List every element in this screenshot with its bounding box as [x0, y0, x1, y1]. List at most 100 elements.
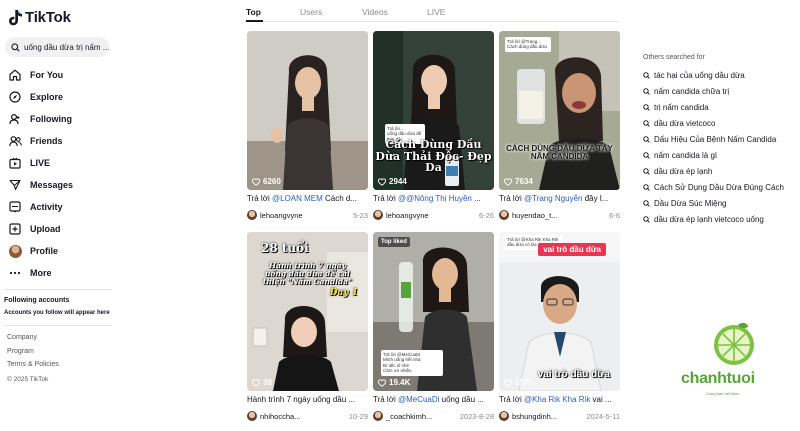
video-meta: lehoangvyne 6-26	[373, 209, 494, 221]
tab-users[interactable]: Users	[300, 7, 322, 17]
activity-icon	[8, 200, 22, 214]
view-count-value: 39	[263, 378, 272, 387]
suggested-search-label: dầu dừa vietcoco	[654, 118, 716, 128]
nav-profile[interactable]: Profile	[8, 240, 118, 262]
nav-label: LIVE	[30, 158, 51, 168]
suggested-search-item[interactable]: nấm candida là gì	[643, 147, 800, 163]
video-card[interactable]: Trả lời @Trang... Cách dùng dầu dừa CÁCH …	[499, 31, 620, 221]
video-caption[interactable]: Trả lời @@Nông Thị Huyền ...	[373, 194, 494, 205]
nav-label: Friends	[30, 136, 63, 146]
video-overlay-title: CÁCH DÙNG DẦU DỪA TẨY NẤM CANDIDA	[506, 144, 613, 162]
video-thumbnail[interactable]: 28 tuổi Hành trình 7 ngày uống dầu dừa đ…	[247, 232, 368, 391]
view-count: 2944	[378, 177, 407, 186]
nav-more[interactable]: More	[8, 262, 118, 284]
video-meta: _coachkimh... 2023-8-28	[373, 410, 494, 422]
tab-videos[interactable]: Videos	[362, 7, 388, 17]
video-caption[interactable]: Trả lời @Kha Rik Kha Rik vai ...	[499, 395, 620, 406]
nav-messages[interactable]: Messages	[8, 174, 118, 196]
avatar[interactable]	[373, 210, 383, 220]
caption-mention[interactable]: @LOAN MEM	[272, 194, 323, 203]
video-meta: nhihoccha... 10-29	[247, 410, 368, 422]
suggested-search-item[interactable]: nấm candida chữa trị	[643, 83, 800, 99]
others-searched-panel: Others searched for tác hại của uống dầu…	[643, 54, 800, 227]
footer-link-terms[interactable]: Terms & Policies	[7, 361, 59, 375]
caption-prefix: Trả lời	[373, 194, 398, 203]
tiktok-logo[interactable]: TikTok	[9, 9, 71, 26]
nav-live[interactable]: LIVE	[8, 152, 118, 174]
nav-for-you[interactable]: For You	[8, 64, 118, 86]
tab-top[interactable]: Top	[246, 7, 261, 17]
suggested-search-item[interactable]: dầu dừa vietcoco	[643, 115, 800, 131]
username[interactable]: nhihoccha...	[260, 412, 346, 421]
video-card[interactable]: Top liked Trả lời @MeCuaDi Mình uống hết …	[373, 232, 494, 422]
username[interactable]: lehoangvyne	[260, 211, 350, 220]
post-date: 2024-5-11	[586, 411, 620, 421]
video-thumbnail[interactable]: Top liked Trả lời @MeCuaDi Mình uống hết …	[373, 232, 494, 391]
avatar[interactable]	[373, 411, 383, 421]
person-illustration	[499, 31, 620, 190]
search-query: uống dầu dừa trị nấm ...	[24, 42, 109, 52]
friends-icon	[8, 134, 22, 148]
video-card[interactable]: Trả lời... uống dầu dừa để thải độc Cách …	[373, 31, 494, 221]
avatar[interactable]	[247, 411, 257, 421]
search-input[interactable]: uống dầu dừa trị nấm ...	[5, 37, 109, 57]
nav-label: Following	[30, 114, 72, 124]
avatar[interactable]	[499, 210, 509, 220]
video-tag: vai trò dầu dừa	[538, 243, 606, 256]
video-meta: huyendao_t... 6-6	[499, 209, 620, 221]
lime-logo-icon	[714, 323, 754, 365]
live-icon	[8, 156, 22, 170]
caption-mention[interactable]: @Kha Rik Kha Rik	[524, 395, 590, 404]
video-thumbnail[interactable]: 6260	[247, 31, 368, 190]
watermark-slogan: Cùng bạn tiết kiệm	[706, 391, 740, 396]
caption-mention[interactable]: @@Nông Thị Huyền	[398, 194, 472, 203]
caption-mention[interactable]: @Trang Nguyễn	[524, 194, 583, 203]
video-meta: lehoangvyne 5-23	[247, 209, 368, 221]
caption-mention[interactable]: @MeCuaDi	[398, 395, 439, 404]
suggested-search-item[interactable]: dầu dừa ép lạnh vietcoco uống	[643, 211, 800, 227]
suggested-search-item[interactable]: Dấu Hiệu Của Bệnh Nấm Candida	[643, 131, 800, 147]
messages-icon	[8, 178, 22, 192]
footer-link-company[interactable]: Company	[7, 334, 59, 348]
nav-following[interactable]: Following	[8, 108, 118, 130]
view-count-value: 19.4K	[389, 378, 411, 387]
video-card[interactable]: 6260 Trả lời @LOAN MEM Cách d... lehoang…	[247, 31, 368, 221]
suggested-search-label: Dầu Dừa Súc Miệng	[654, 198, 727, 208]
video-thumbnail[interactable]: Trả lời @Trang... Cách dùng dầu dừa CÁCH …	[499, 31, 620, 190]
play-outline-icon	[378, 177, 386, 186]
footer-link-program[interactable]: Program	[7, 348, 59, 362]
video-thumbnail[interactable]: Trả lời @Kha Rik Kha Rik dầu dừa có tác d…	[499, 232, 620, 391]
nav-activity[interactable]: Activity	[8, 196, 118, 218]
tab-live[interactable]: LIVE	[427, 7, 445, 17]
suggested-search-item[interactable]: dầu dừa ép lạnh	[643, 163, 800, 179]
suggested-search-item[interactable]: Cách Sử Dụng Dầu Dừa Đúng Cách	[643, 179, 800, 195]
username[interactable]: lehoangvyne	[386, 211, 476, 220]
suggested-search-item[interactable]: Dầu Dừa Súc Miệng	[643, 195, 800, 211]
following-icon	[8, 112, 22, 126]
video-card[interactable]: Trả lời @Kha Rik Kha Rik dầu dừa có tác d…	[499, 232, 620, 422]
video-caption[interactable]: Trả lời @Trang Nguyễn đây l...	[499, 194, 620, 205]
video-caption[interactable]: Hành trình 7 ngày uống dầu ...	[247, 395, 368, 406]
upload-icon	[8, 222, 22, 236]
nav-explore[interactable]: Explore	[8, 86, 118, 108]
suggested-search-item[interactable]: tác hại của uống dầu dừa	[643, 67, 800, 83]
main-nav: For You Explore Following Friends LIVE M…	[8, 64, 118, 284]
video-thumbnail[interactable]: Trả lời... uống dầu dừa để thải độc Cách …	[373, 31, 494, 190]
avatar[interactable]	[499, 411, 509, 421]
avatar[interactable]	[247, 210, 257, 220]
video-card[interactable]: 28 tuổi Hành trình 7 ngày uống dầu dừa đ…	[247, 232, 368, 422]
nav-friends[interactable]: Friends	[8, 130, 118, 152]
suggested-search-label: dầu dừa ép lạnh	[654, 166, 713, 176]
post-date: 2023-8-28	[459, 411, 494, 421]
username[interactable]: bshungdinh...	[512, 412, 583, 421]
caption-text: ...	[471, 194, 481, 203]
video-caption[interactable]: Trả lời @MeCuaDi uống dầu ...	[373, 395, 494, 406]
search-icon	[643, 87, 650, 95]
nav-label: Explore	[30, 92, 64, 102]
video-caption[interactable]: Trả lời @LOAN MEM Cách d...	[247, 194, 368, 205]
suggested-search-item[interactable]: trị nấm candida	[643, 99, 800, 115]
footer: Company Program Terms & Policies © 2025 …	[7, 334, 59, 383]
username[interactable]: _coachkimh...	[386, 412, 457, 421]
nav-upload[interactable]: Upload	[8, 218, 118, 240]
username[interactable]: huyendao_t...	[512, 211, 606, 220]
